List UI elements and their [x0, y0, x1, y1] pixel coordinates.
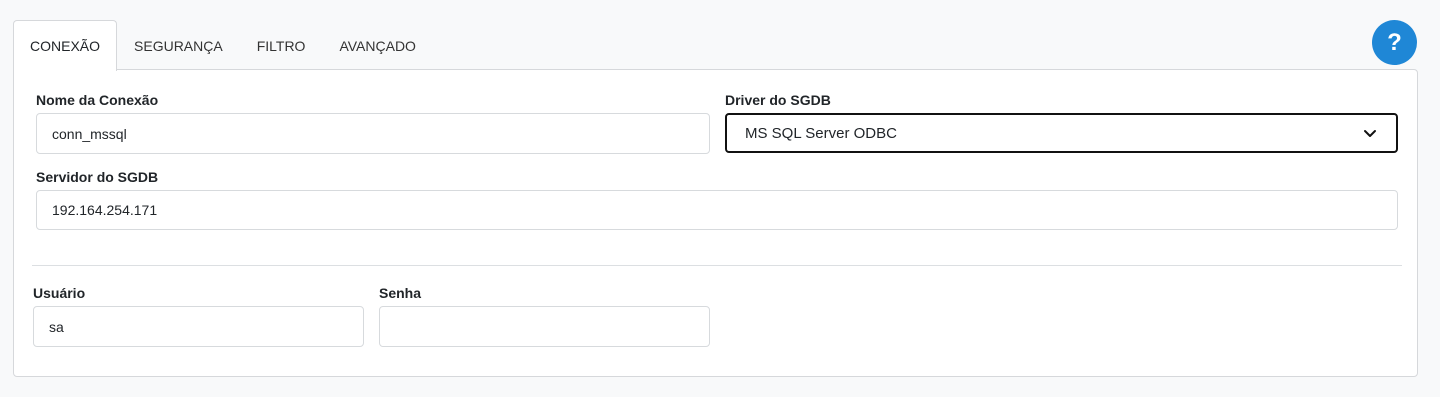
connection-name-input[interactable]: conn_mssql [36, 113, 710, 154]
chevron-down-icon [1364, 130, 1376, 137]
help-button[interactable]: ? [1372, 20, 1417, 65]
question-icon: ? [1387, 28, 1402, 56]
tab-bar: CONEXÃO SEGURANÇA FILTRO AVANÇADO [13, 20, 433, 71]
tab-conexao[interactable]: CONEXÃO [13, 20, 118, 71]
server-label: Servidor do SGDB [36, 169, 159, 185]
tab-seguranca[interactable]: SEGURANÇA [117, 20, 240, 70]
connection-name-label: Nome da Conexão [36, 92, 159, 108]
tab-avancado[interactable]: AVANÇADO [322, 20, 433, 70]
password-label: Senha [379, 285, 422, 301]
user-input[interactable]: sa [33, 306, 364, 347]
connection-panel: Nome da Conexão conn_mssql Driver do SGD… [13, 69, 1418, 377]
password-input[interactable] [379, 306, 710, 347]
driver-label: Driver do SGDB [725, 92, 831, 108]
tab-filtro[interactable]: FILTRO [240, 20, 323, 70]
driver-select[interactable]: MS SQL Server ODBC [725, 113, 1398, 153]
user-label: Usuário [33, 285, 86, 301]
driver-selected-value: MS SQL Server ODBC [745, 124, 897, 142]
section-divider [32, 265, 1402, 266]
server-input[interactable]: 192.164.254.171 [36, 190, 1398, 230]
